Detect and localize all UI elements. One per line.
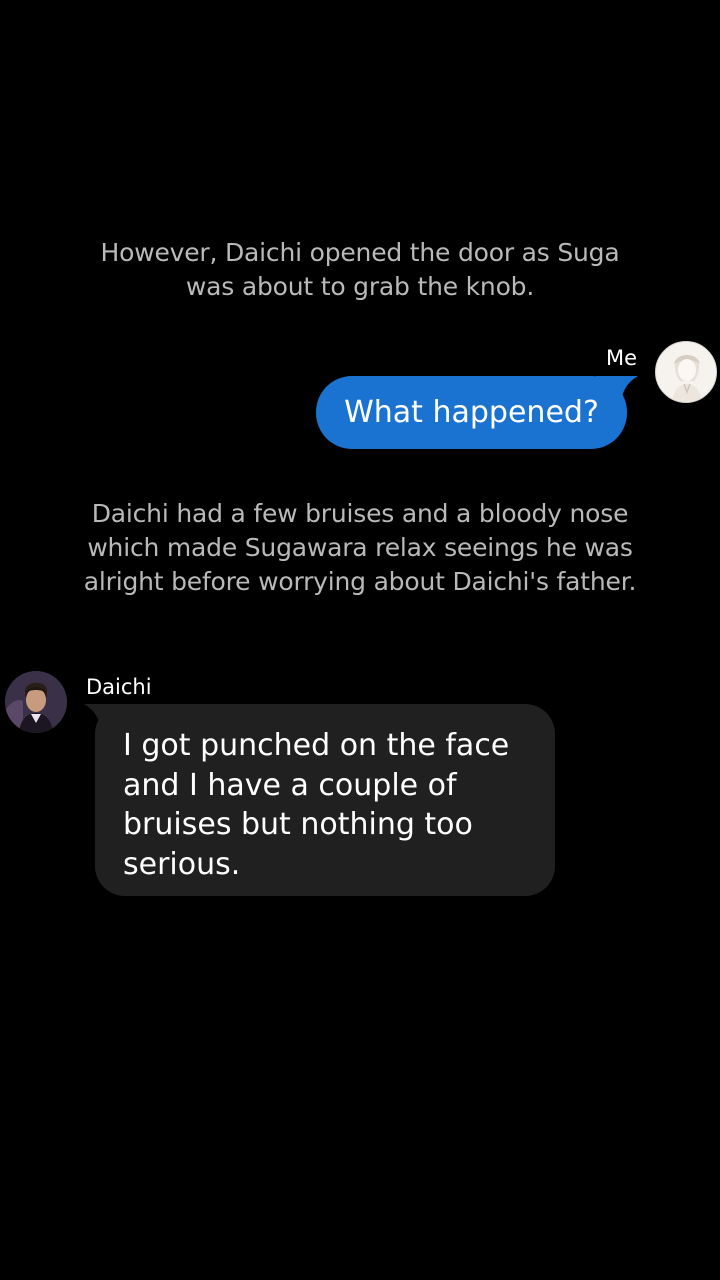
me-avatar-icon-art (656, 342, 716, 402)
sender-name-daichi: Daichi (86, 675, 152, 699)
message-bubble-me[interactable]: What happened? (316, 376, 627, 449)
me-avatar-icon[interactable] (655, 341, 717, 403)
daichi-avatar-icon-art (5, 671, 67, 733)
message-bubble-daichi[interactable]: I got punched on the face and I have a c… (95, 704, 555, 896)
chat-story-screen: However, Daichi opened the door as Suga … (0, 0, 720, 1280)
narration-text: Daichi had a few bruises and a bloody no… (83, 499, 637, 596)
daichi-avatar-icon[interactable] (5, 671, 67, 733)
narration-text: However, Daichi opened the door as Suga … (100, 238, 620, 301)
sender-name-me: Me (605, 346, 637, 370)
